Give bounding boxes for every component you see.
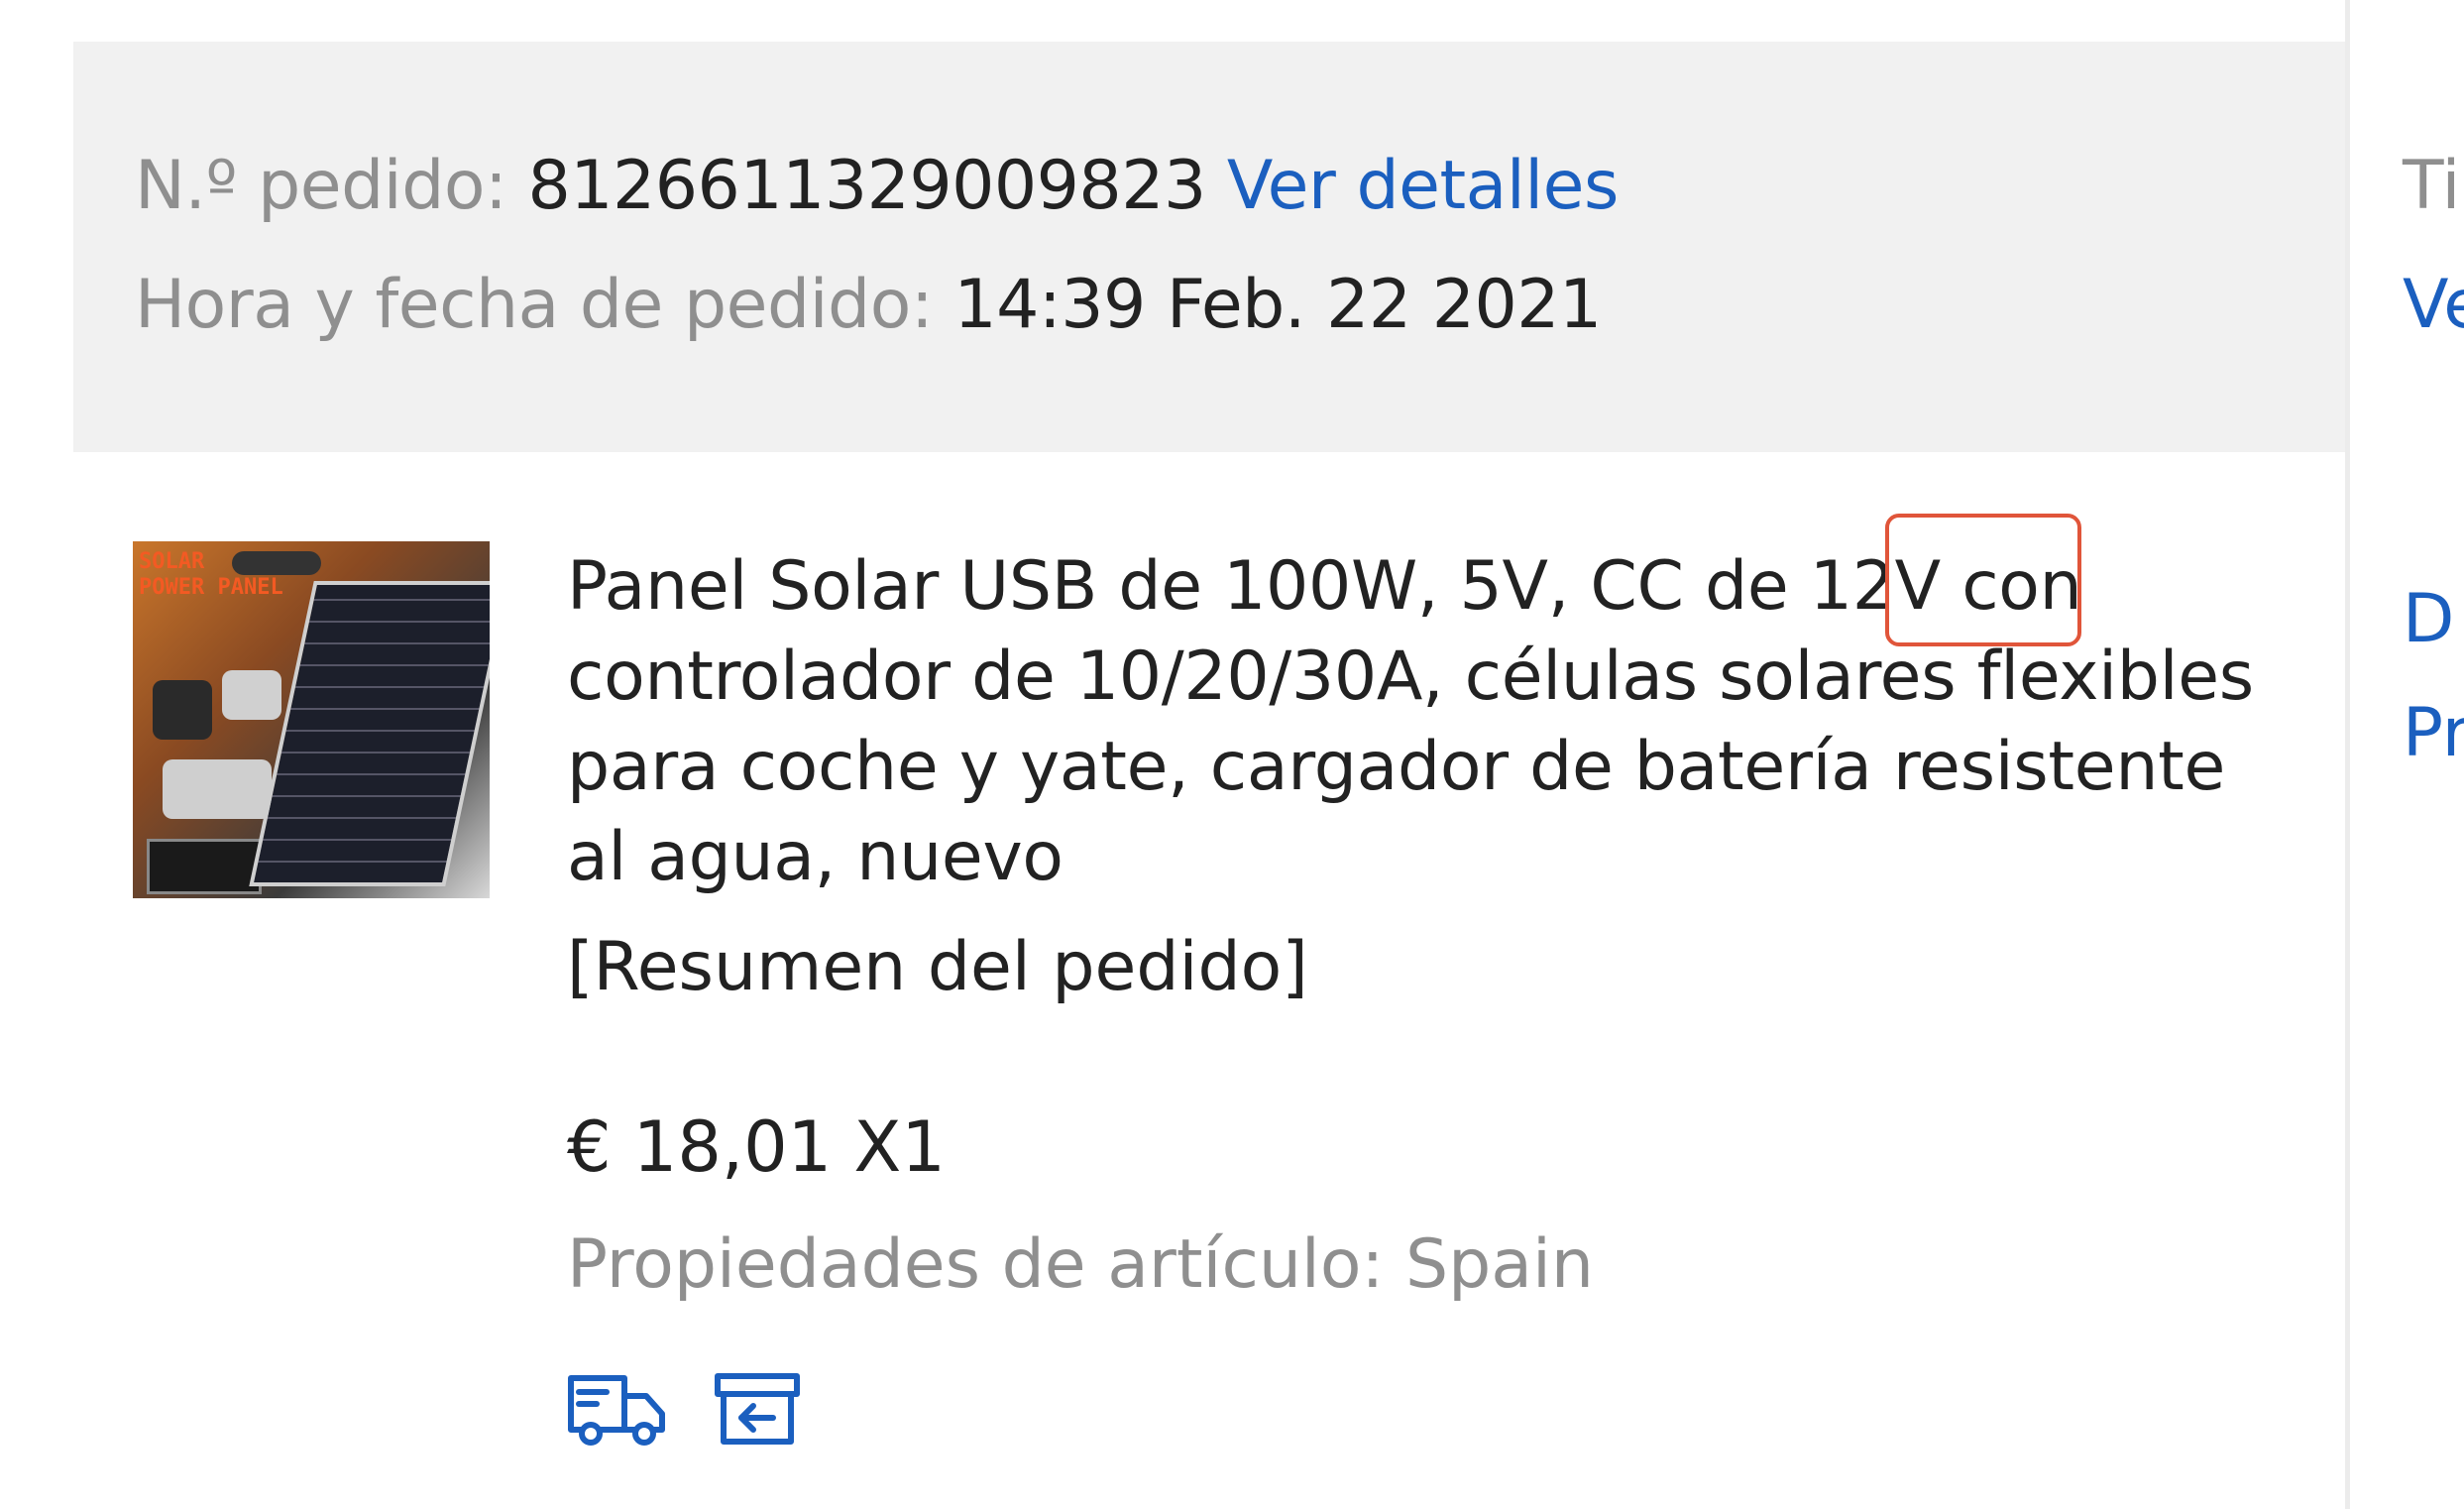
order-datetime-label: Hora y fecha de pedido: bbox=[135, 266, 934, 344]
thumbnail-accessory bbox=[153, 680, 212, 740]
order-summary-link[interactable]: [Resumen del pedido] bbox=[567, 928, 1308, 1006]
return-box-icon[interactable] bbox=[714, 1368, 801, 1448]
thumbnail-controller bbox=[147, 839, 262, 894]
thumbnail-solar-panel bbox=[249, 581, 490, 886]
order-datetime-value: 14:39 Feb. 22 2021 bbox=[953, 266, 1602, 344]
right-column-action-partial-2[interactable]: Pr bbox=[2403, 694, 2464, 772]
product-thumbnail[interactable]: SOLAR POWER PANEL bbox=[133, 541, 490, 898]
order-header bbox=[73, 42, 2345, 452]
right-column-label-partial: Ti bbox=[2403, 147, 2461, 225]
thumbnail-accessory bbox=[222, 670, 281, 720]
thumbnail-badge bbox=[232, 551, 321, 575]
right-column-action-partial-1[interactable]: D bbox=[2403, 580, 2454, 658]
order-datetime-row: Hora y fecha de pedido: 14:39 Feb. 22 20… bbox=[135, 266, 1602, 344]
highlight-annotation bbox=[1885, 514, 2081, 646]
view-details-link[interactable]: Ver detalles bbox=[1227, 147, 1620, 225]
order-number-value: 8126611329009823 bbox=[527, 147, 1207, 225]
product-properties: Propiedades de artículo: Spain bbox=[567, 1225, 1594, 1304]
order-number-row: N.º pedido: 8126611329009823 Ver detalle… bbox=[135, 147, 1619, 225]
product-price: € 18,01 X1 bbox=[567, 1106, 946, 1188]
truck-icon[interactable] bbox=[567, 1368, 666, 1448]
right-column-divider bbox=[2345, 0, 2350, 1509]
order-number-label: N.º pedido: bbox=[135, 147, 507, 225]
thumbnail-accessory bbox=[163, 759, 272, 819]
right-column-link-partial[interactable]: Ve bbox=[2403, 266, 2464, 344]
order-page: N.º pedido: 8126611329009823 Ver detalle… bbox=[0, 0, 2464, 1509]
